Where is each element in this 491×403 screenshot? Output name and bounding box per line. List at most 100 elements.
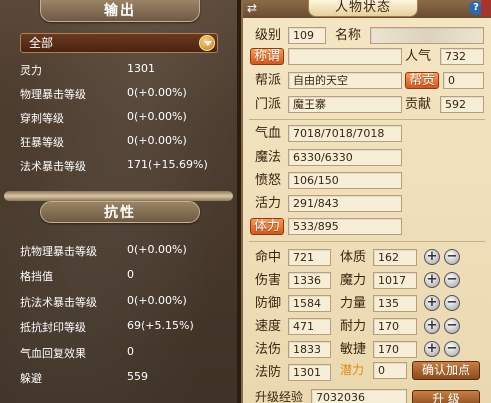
mp-label: 魔法 [255, 150, 282, 165]
resist-stat-row: 抗法术暴击等级 0(+0.00%) [20, 294, 230, 312]
plus-icon[interactable]: + [424, 341, 440, 357]
attr-value: 1336 [288, 272, 331, 289]
attr-label: 伤害 [255, 273, 282, 288]
plus-icon[interactable]: + [424, 295, 440, 311]
level-label: 级别 [255, 28, 282, 43]
title-button[interactable]: 称谓 [250, 48, 284, 65]
separator [249, 119, 485, 120]
minus-icon[interactable]: − [444, 249, 460, 265]
stat-value: 0(+0.00%) [127, 294, 187, 307]
plus-icon[interactable]: + [424, 318, 440, 334]
sect-value: 魔王寨 [288, 96, 402, 113]
attr-label: 防御 [255, 296, 282, 311]
stat-value: 171(+15.69%) [127, 158, 208, 171]
stat-filter-dropdown[interactable]: 全部 [20, 33, 218, 53]
output-stat-row: 狂暴等级 0(+0.00%) [20, 134, 230, 152]
confirm-points-button[interactable]: 确认加点 [412, 361, 480, 380]
stat-value: 69(+5.15%) [127, 319, 194, 332]
faction-contribution-value: 0 [443, 72, 484, 89]
stat-label: 穿刺等级 [20, 112, 64, 125]
minus-icon[interactable]: − [444, 272, 460, 288]
anger-label: 愤怒 [255, 173, 282, 188]
plus-icon[interactable]: + [424, 272, 440, 288]
stat-label: 抗物理暴击等级 [20, 245, 97, 258]
anger-value: 106/150 [288, 172, 402, 189]
close-icon[interactable] [481, 0, 491, 16]
swap-icon[interactable]: ⇄ [247, 1, 261, 15]
resist-stat-row: 躲避 559 [20, 370, 230, 388]
attr-label: 法伤 [255, 342, 282, 357]
attr-value: 1301 [288, 364, 331, 381]
separator [249, 241, 485, 242]
stat-filter-value: 全部 [29, 36, 54, 50]
resist-stat-row: 抗物理暴击等级 0(+0.00%) [20, 243, 230, 261]
faction-value: 自由的天空 [288, 72, 402, 89]
panel-title: 人物状态 [308, 0, 418, 17]
output-stat-row: 穿刺等级 0(+0.00%) [20, 110, 230, 128]
attr-value: 471 [288, 318, 331, 335]
attr-value: 721 [288, 249, 331, 266]
stat-label: 格挡值 [20, 270, 53, 283]
stat-label: 狂暴等级 [20, 136, 64, 149]
plus-icon[interactable]: + [424, 249, 440, 265]
stamina-button[interactable]: 体力 [250, 218, 284, 235]
stamina-value: 533/895 [288, 218, 402, 235]
attr-value: 1833 [288, 341, 331, 358]
minus-icon[interactable]: − [444, 318, 460, 334]
contribution-value: 592 [440, 96, 484, 113]
sect-label: 门派 [255, 97, 282, 112]
vitality-value: 291/843 [288, 195, 402, 212]
hp-label: 气血 [255, 126, 282, 141]
stat-label: 灵力 [20, 64, 42, 77]
output-stat-row: 法术暴击等级 171(+15.69%) [20, 158, 230, 176]
output-stat-row: 物理暴击等级 0(+0.00%) [20, 86, 230, 104]
faction-contribution-button[interactable]: 帮贡 [405, 72, 439, 89]
upgrade-button[interactable]: 升 级 [412, 390, 480, 403]
stat-value: 0(+0.00%) [127, 86, 187, 99]
vitality-label: 活力 [255, 196, 282, 211]
stat-value: 1301 [127, 62, 155, 75]
hp-value: 7018/7018/7018 [288, 125, 402, 142]
character-name-value [370, 27, 484, 44]
base-attr-value: 170 [373, 318, 417, 335]
level-value: 109 [288, 27, 326, 44]
minus-icon[interactable]: − [444, 295, 460, 311]
minus-icon[interactable]: − [444, 341, 460, 357]
stat-label: 物理暴击等级 [20, 88, 86, 101]
attr-label: 法防 [255, 365, 282, 380]
stat-label: 抗法术暴击等级 [20, 296, 97, 309]
stat-value: 0(+0.00%) [127, 110, 187, 123]
stat-label: 躲避 [20, 372, 42, 385]
section-divider [4, 191, 233, 201]
attribute-detail-panel: 输出 全部 灵力 1301 物理暴击等级 0(+0.00%) 穿刺等级 0(+0… [0, 0, 237, 403]
attr-label: 命中 [255, 250, 282, 265]
stat-label: 法术暴击等级 [20, 160, 86, 173]
output-stat-row: 灵力 1301 [20, 62, 230, 80]
base-attr-value: 170 [373, 341, 417, 358]
base-attr-value: 135 [373, 295, 417, 312]
output-section-header: 输出 [40, 0, 200, 22]
stat-label: 抵抗封印等级 [20, 321, 86, 334]
stat-value: 0(+0.00%) [127, 243, 187, 256]
mp-value: 6330/6330 [288, 149, 402, 166]
title-value [288, 48, 402, 65]
popularity-label: 人气 [405, 49, 432, 64]
potential-label: 潜力 [340, 363, 365, 377]
resist-stat-row: 气血回复效果 0 [20, 345, 230, 363]
stat-value: 0 [127, 345, 134, 358]
exp-label: 升级经验 [255, 390, 304, 403]
exp-value: 7032036 [311, 389, 407, 403]
base-attr-label: 力量 [340, 296, 367, 311]
base-attr-label: 敏捷 [340, 342, 367, 357]
name-label: 名称 [335, 28, 362, 43]
base-attr-value: 162 [373, 249, 417, 266]
faction-label: 帮派 [255, 73, 282, 88]
contribution-label: 贡献 [405, 97, 432, 112]
resist-stat-row: 抵抗封印等级 69(+5.15%) [20, 319, 230, 337]
chevron-down-icon[interactable] [199, 35, 215, 51]
attr-value: 1584 [288, 295, 331, 312]
stat-value: 0(+0.00%) [127, 134, 187, 147]
stat-label: 气血回复效果 [20, 347, 86, 360]
resist-stat-row: 格挡值 0 [20, 268, 230, 286]
character-status-panel: ⇄ 人物状态 ? 级别 109 名称 称谓 人气 732 帮派 自由的天空 帮贡… [241, 0, 491, 403]
